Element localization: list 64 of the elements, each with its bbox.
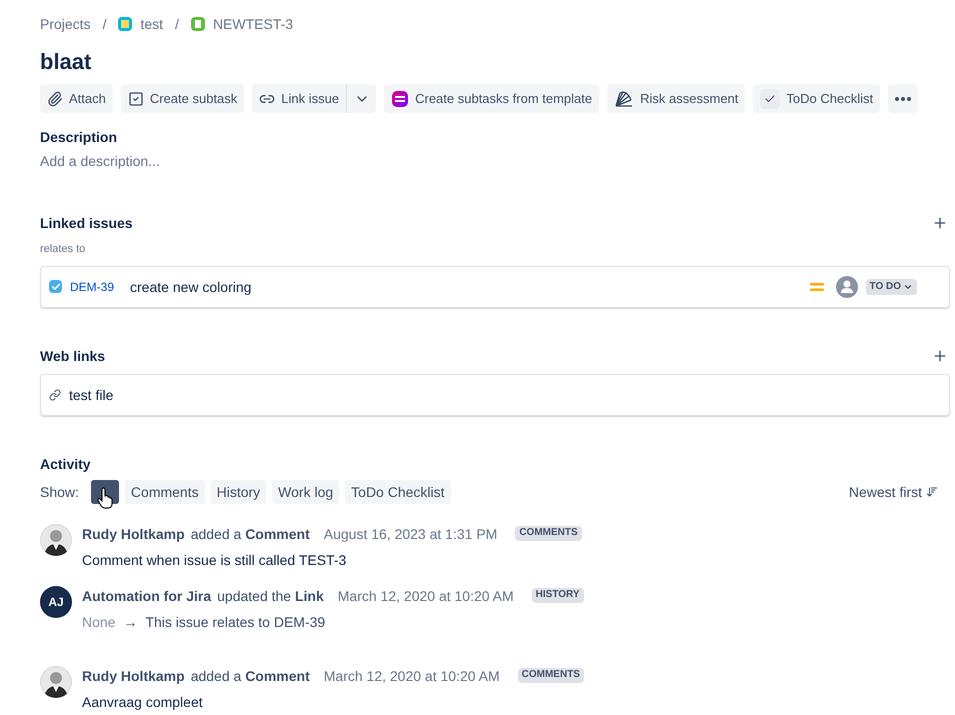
more-button[interactable] xyxy=(888,84,918,113)
toolbar-button[interactable]: Risk assessment xyxy=(607,84,746,113)
toolbar-button[interactable]: Create subtasks from template xyxy=(384,84,600,113)
toolbar-button[interactable]: ToDo Checklist xyxy=(753,84,880,113)
author-name[interactable]: Rudy Holtkamp xyxy=(82,666,185,686)
filter-button[interactable]: Comments xyxy=(124,480,205,504)
activity-type-tag: COMMENTS xyxy=(515,526,582,541)
section-heading: Activity xyxy=(40,454,92,474)
web-link-row[interactable]: test file xyxy=(40,374,950,416)
breadcrumb-separator: / xyxy=(174,15,180,34)
activity-date: March 12, 2020 at 10:20 AM xyxy=(324,666,500,686)
action-text: updated the Link xyxy=(217,586,324,606)
breadcrumb-link[interactable]: Projects xyxy=(40,14,91,34)
check-icon xyxy=(760,88,780,108)
linked-issue-row[interactable]: DEM-39 create new coloring TO DO xyxy=(40,266,950,308)
section-heading: Linked issues xyxy=(40,214,133,233)
activity-type-tag: HISTORY xyxy=(532,588,584,603)
breadcrumb-separator: / xyxy=(102,15,108,34)
project-icon xyxy=(118,17,132,31)
action-text: added a Comment xyxy=(190,666,310,686)
toolbar-button[interactable]: Attach xyxy=(40,84,113,113)
author-name[interactable]: Rudy Holtkamp xyxy=(82,524,185,544)
avatar-icon xyxy=(836,276,858,298)
show-label: Show: xyxy=(40,482,79,502)
priority-icon xyxy=(810,282,824,292)
description-field[interactable]: Add a description... xyxy=(40,151,440,171)
section-heading: Web links xyxy=(40,346,106,366)
add-icon[interactable] xyxy=(932,215,948,231)
new-value: This issue relates to DEM-39 xyxy=(145,612,326,632)
breadcrumb-link[interactable]: test xyxy=(140,14,164,34)
checkbox-icon xyxy=(128,90,144,106)
filter-button[interactable]: Work log xyxy=(272,480,340,504)
filter-button[interactable]: History xyxy=(210,480,266,504)
status-lozenge[interactable]: TO DO xyxy=(866,278,917,294)
fan-icon xyxy=(614,90,634,108)
action-text: added a Comment xyxy=(190,524,310,544)
activity-date: August 16, 2023 at 1:31 PM xyxy=(324,524,498,544)
sort-button[interactable]: Newest first xyxy=(848,482,938,502)
avatar: AJ xyxy=(40,586,72,618)
link-icon xyxy=(49,388,61,400)
hand-cursor-icon xyxy=(96,486,113,508)
author-name[interactable]: Automation for Jira xyxy=(82,586,212,606)
issue-title: blaat xyxy=(40,48,92,76)
section-heading: Description xyxy=(40,128,118,147)
toolbar-button[interactable]: Create subtask xyxy=(120,84,244,113)
sort-icon xyxy=(926,486,938,498)
comment-text: Aanvraag compleet xyxy=(82,692,204,712)
more-icon xyxy=(895,96,912,100)
breadcrumb-link[interactable]: NEWTEST-3 xyxy=(212,14,294,34)
add-icon[interactable] xyxy=(932,348,948,364)
link-text: test file xyxy=(69,386,114,404)
old-value: None xyxy=(82,612,116,632)
filter-button[interactable]: ToDo Checklist xyxy=(345,480,451,504)
issue-summary: create new coloring xyxy=(130,278,252,296)
relation-label: relates to xyxy=(40,242,86,257)
story-icon xyxy=(190,17,205,31)
paperclip-icon xyxy=(47,90,63,106)
activity-date: March 12, 2020 at 10:20 AM xyxy=(338,586,514,606)
template-icon xyxy=(391,90,410,108)
comment-text: Comment when issue is still called TEST-3 xyxy=(82,550,348,570)
toolbar-button[interactable]: Link issue xyxy=(252,84,346,113)
activity-type-tag: COMMENTS xyxy=(518,668,584,683)
change-arrow: → xyxy=(123,612,138,632)
issue-key-link[interactable]: DEM-39 xyxy=(70,278,114,294)
